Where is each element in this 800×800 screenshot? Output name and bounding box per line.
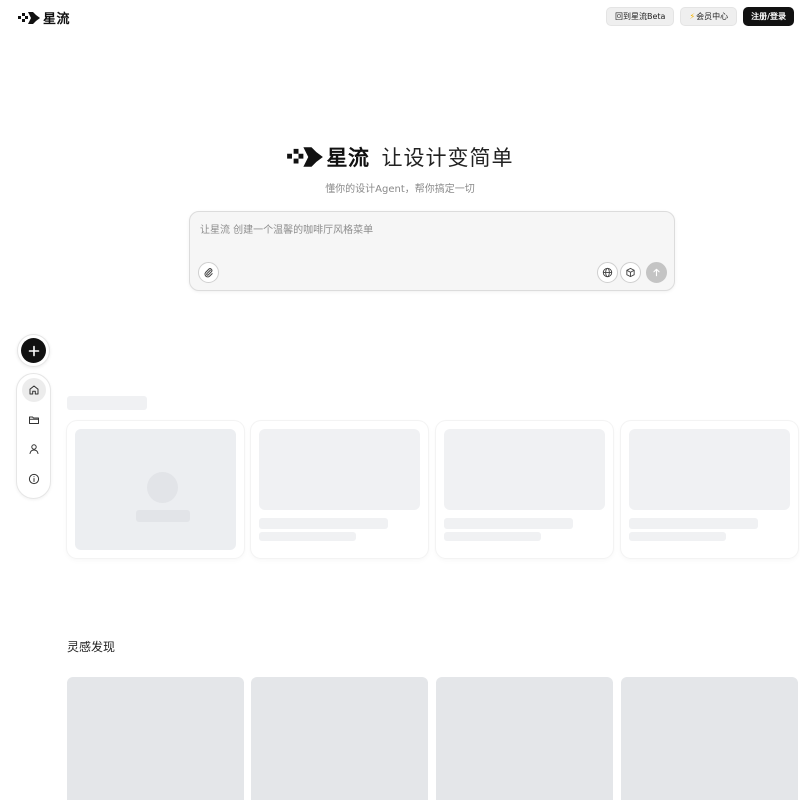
card-thumbnail-placeholder — [629, 429, 790, 510]
model-button[interactable] — [620, 262, 641, 283]
card-title-placeholder — [444, 518, 573, 529]
bolt-icon: ⚡ — [689, 12, 696, 21]
prompt-box — [189, 211, 675, 291]
hero-subtitle: 懂你的设计Agent，帮你搞定一切 — [325, 184, 475, 195]
prompt-input[interactable] — [200, 221, 660, 241]
hero-slogan: 让设计变简单 — [381, 146, 514, 170]
brand-logo[interactable]: 星流 — [18, 8, 70, 27]
inspiration-title: 灵感发现 — [67, 640, 116, 654]
card-thumbnail-placeholder — [444, 429, 605, 510]
hero-brand-name: 星流 — [326, 146, 370, 170]
logo-icon — [286, 147, 323, 167]
arrow-up-icon — [653, 268, 660, 277]
user-icon — [29, 444, 39, 454]
web-search-button[interactable] — [597, 262, 618, 283]
send-button[interactable] — [646, 262, 667, 283]
cube-icon — [626, 267, 635, 278]
inspiration-tile[interactable] — [251, 677, 428, 800]
top-bar: 星流 回到星流Beta ⚡会员中心 注册/登录 — [0, 0, 800, 34]
sidebar-item-profile[interactable] — [22, 437, 46, 461]
card-thumbnail-placeholder — [75, 429, 236, 550]
text-placeholder — [136, 510, 190, 522]
plus-icon — [28, 345, 39, 356]
new-project-button[interactable] — [17, 334, 50, 367]
inspiration-tile[interactable] — [67, 677, 244, 800]
inspiration-tile[interactable] — [621, 677, 798, 800]
card-meta-placeholder — [444, 532, 541, 541]
globe-icon — [602, 267, 613, 278]
hero-title: 星流 让设计变简单 — [0, 142, 800, 172]
project-card-placeholder — [621, 421, 798, 558]
card-meta-placeholder — [259, 532, 356, 541]
section-title-placeholder — [67, 396, 147, 410]
login-button[interactable]: 注册/登录 — [743, 7, 794, 26]
member-center-label: 会员中心 — [696, 12, 729, 21]
folder-icon — [29, 416, 39, 424]
card-title-placeholder — [629, 518, 758, 529]
info-icon — [28, 473, 40, 485]
avatar-placeholder — [147, 472, 178, 503]
sidebar-nav — [16, 373, 51, 499]
sidebar-item-projects[interactable] — [22, 408, 46, 432]
inspiration-tile[interactable] — [436, 677, 613, 800]
member-center-button[interactable]: ⚡会员中心 — [680, 7, 738, 26]
sidebar-item-about[interactable] — [22, 467, 46, 491]
project-card-placeholder — [436, 421, 613, 558]
logo-icon — [18, 11, 40, 24]
paperclip-icon — [204, 268, 213, 278]
card-meta-placeholder — [629, 532, 726, 541]
back-to-beta-button[interactable]: 回到星流Beta — [606, 7, 675, 26]
home-icon — [29, 385, 39, 395]
project-card-placeholder — [67, 421, 244, 558]
sidebar-item-home[interactable] — [22, 378, 46, 402]
card-thumbnail-placeholder — [259, 429, 420, 510]
hero-logo: 星流 — [286, 142, 370, 172]
project-card-placeholder — [251, 421, 428, 558]
brand-name: 星流 — [43, 12, 71, 27]
card-title-placeholder — [259, 518, 388, 529]
attach-button[interactable] — [198, 262, 219, 283]
